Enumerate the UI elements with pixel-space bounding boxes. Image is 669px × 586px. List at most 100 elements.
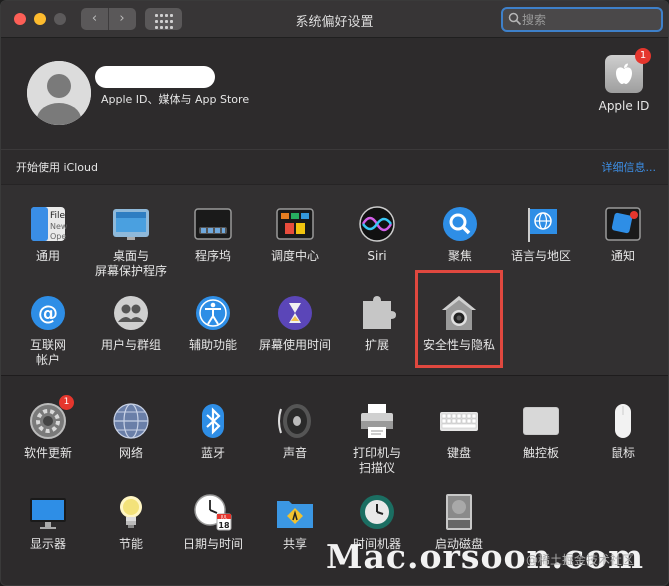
accessibility-icon: [193, 293, 233, 333]
pref-users-groups[interactable]: 用户与群组: [89, 293, 173, 353]
printers-scanners-icon: [357, 401, 397, 441]
apple-id-pane[interactable]: 1 Apple ID: [597, 48, 651, 113]
time-machine-icon: [357, 492, 397, 532]
pref-label: 蓝牙: [200, 446, 225, 460]
apple-logo-icon: 1: [605, 48, 651, 93]
bluetooth-icon: [193, 401, 233, 441]
pref-label: 声音: [282, 446, 307, 460]
pref-label: 调度中心: [270, 249, 319, 263]
pref-internet-accounts[interactable]: @ 互联网 帐户: [6, 293, 90, 368]
svg-text:New: New: [50, 222, 68, 231]
pref-general[interactable]: File New Ope 通用: [6, 204, 90, 264]
sharing-icon: [275, 492, 315, 532]
internet-accounts-icon: @: [28, 293, 68, 333]
pref-sharing[interactable]: 共享: [253, 492, 337, 552]
general-icon: File New Ope: [28, 204, 68, 244]
svg-text:Ope: Ope: [50, 232, 66, 241]
pref-displays[interactable]: 显示器: [6, 492, 90, 552]
pref-label: 节能: [118, 537, 143, 551]
user-avatar[interactable]: [27, 61, 91, 125]
dock-icon: [193, 204, 233, 244]
pref-label: 显示器: [29, 537, 66, 551]
apple-id-badge: 1: [635, 48, 651, 64]
energy-saver-icon: [111, 492, 151, 532]
apple-id-profile: Apple ID、媒体与 App Store 1 Apple ID: [1, 39, 668, 149]
personal-preferences-section: File New Ope 通用 桌面与 屏幕保护程序 程序坞 调度中心 Siri…: [1, 184, 668, 376]
pref-label: 程序坞: [194, 249, 231, 263]
search-field[interactable]: [501, 7, 663, 32]
displays-icon: [28, 492, 68, 532]
pref-label: 屏幕使用时间: [258, 338, 331, 352]
pref-label: 网络: [118, 446, 143, 460]
mission-control-icon: [275, 204, 315, 244]
software-update-icon: 1: [28, 395, 74, 441]
extensions-icon: [357, 293, 397, 333]
pref-energy-saver[interactable]: 节能: [89, 492, 173, 552]
desktop-screensaver-icon: [111, 204, 151, 244]
language-region-icon: [521, 204, 561, 244]
software-update-badge: 1: [59, 395, 74, 410]
title-bar: ‹ › 系统偏好设置: [1, 1, 668, 38]
pref-label: 语言与地区: [510, 249, 571, 263]
pref-mission-control[interactable]: 调度中心: [253, 204, 337, 264]
startup-disk-icon: [439, 492, 479, 532]
pref-label: 桌面与 屏幕保护程序: [94, 249, 167, 278]
redacted-username: [95, 66, 215, 88]
pref-software-update[interactable]: 1 软件更新: [6, 395, 90, 461]
pref-mouse[interactable]: 鼠标: [581, 401, 665, 461]
pref-label: 打印机与 扫描仪: [352, 446, 401, 475]
pref-label: 通用: [35, 249, 60, 263]
svg-text:File: File: [50, 211, 66, 221]
pref-extensions[interactable]: 扩展: [335, 293, 419, 353]
search-input[interactable]: [522, 11, 652, 29]
svg-text:@: @: [38, 301, 58, 325]
user-silhouette-icon: [27, 61, 91, 125]
pref-screen-time[interactable]: 屏幕使用时间: [253, 293, 337, 353]
pref-bluetooth[interactable]: 蓝牙: [171, 401, 255, 461]
pref-network[interactable]: 网络: [89, 401, 173, 461]
icloud-bar: 开始使用 iCloud 详细信息...: [1, 149, 668, 183]
pref-label: 共享: [282, 537, 307, 551]
apple-id-subtitle: Apple ID、媒体与 App Store: [101, 93, 250, 106]
watermark-subtext: @稀土掘金技术社区: [526, 553, 635, 567]
spotlight-icon: [440, 204, 480, 244]
pref-dock[interactable]: 程序坞: [171, 204, 255, 264]
notifications-icon: [603, 204, 643, 244]
pref-printers-scanners[interactable]: 打印机与 扫描仪: [335, 401, 419, 476]
mouse-icon: [603, 401, 643, 441]
pref-label: 鼠标: [610, 446, 635, 460]
pref-date-time[interactable]: JUL 18 日期与时间: [171, 492, 255, 552]
security-privacy-highlight: [415, 270, 503, 368]
pref-label: 互联网 帐户: [29, 338, 66, 367]
pref-desktop-screensaver[interactable]: 桌面与 屏幕保护程序: [89, 204, 173, 279]
pref-label: 日期与时间: [182, 537, 243, 551]
calendar-day: 18: [218, 521, 230, 530]
pref-notifications[interactable]: 通知: [581, 204, 665, 264]
pref-sound[interactable]: 声音: [253, 401, 337, 461]
siri-icon: [357, 204, 397, 244]
pref-label: 辅助功能: [188, 338, 237, 352]
screen-time-icon: [275, 293, 315, 333]
sound-icon: [275, 401, 315, 441]
pref-spotlight[interactable]: 聚焦: [418, 204, 502, 264]
pref-label: 扩展: [364, 338, 389, 352]
pref-keyboard[interactable]: 键盘: [417, 401, 501, 461]
pref-trackpad[interactable]: 触控板: [499, 401, 583, 461]
icloud-prompt: 开始使用 iCloud: [16, 161, 98, 174]
calendar-month: JUL: [220, 514, 228, 519]
pref-label: Siri: [367, 249, 387, 263]
details-link[interactable]: 详细信息...: [602, 159, 657, 175]
pref-language-region[interactable]: 语言与地区: [499, 204, 583, 264]
network-icon: [111, 401, 151, 441]
pref-label: 通知: [610, 249, 635, 263]
pref-accessibility[interactable]: 辅助功能: [171, 293, 255, 353]
keyboard-icon: [439, 401, 479, 441]
search-icon: [508, 12, 522, 26]
trackpad-icon: [521, 401, 561, 441]
pref-label: 键盘: [446, 446, 471, 460]
date-time-icon: JUL 18: [193, 492, 233, 532]
users-groups-icon: [111, 293, 151, 333]
pref-label: 触控板: [522, 446, 559, 460]
pref-siri[interactable]: Siri: [335, 204, 419, 264]
pref-label: 软件更新: [23, 446, 72, 460]
